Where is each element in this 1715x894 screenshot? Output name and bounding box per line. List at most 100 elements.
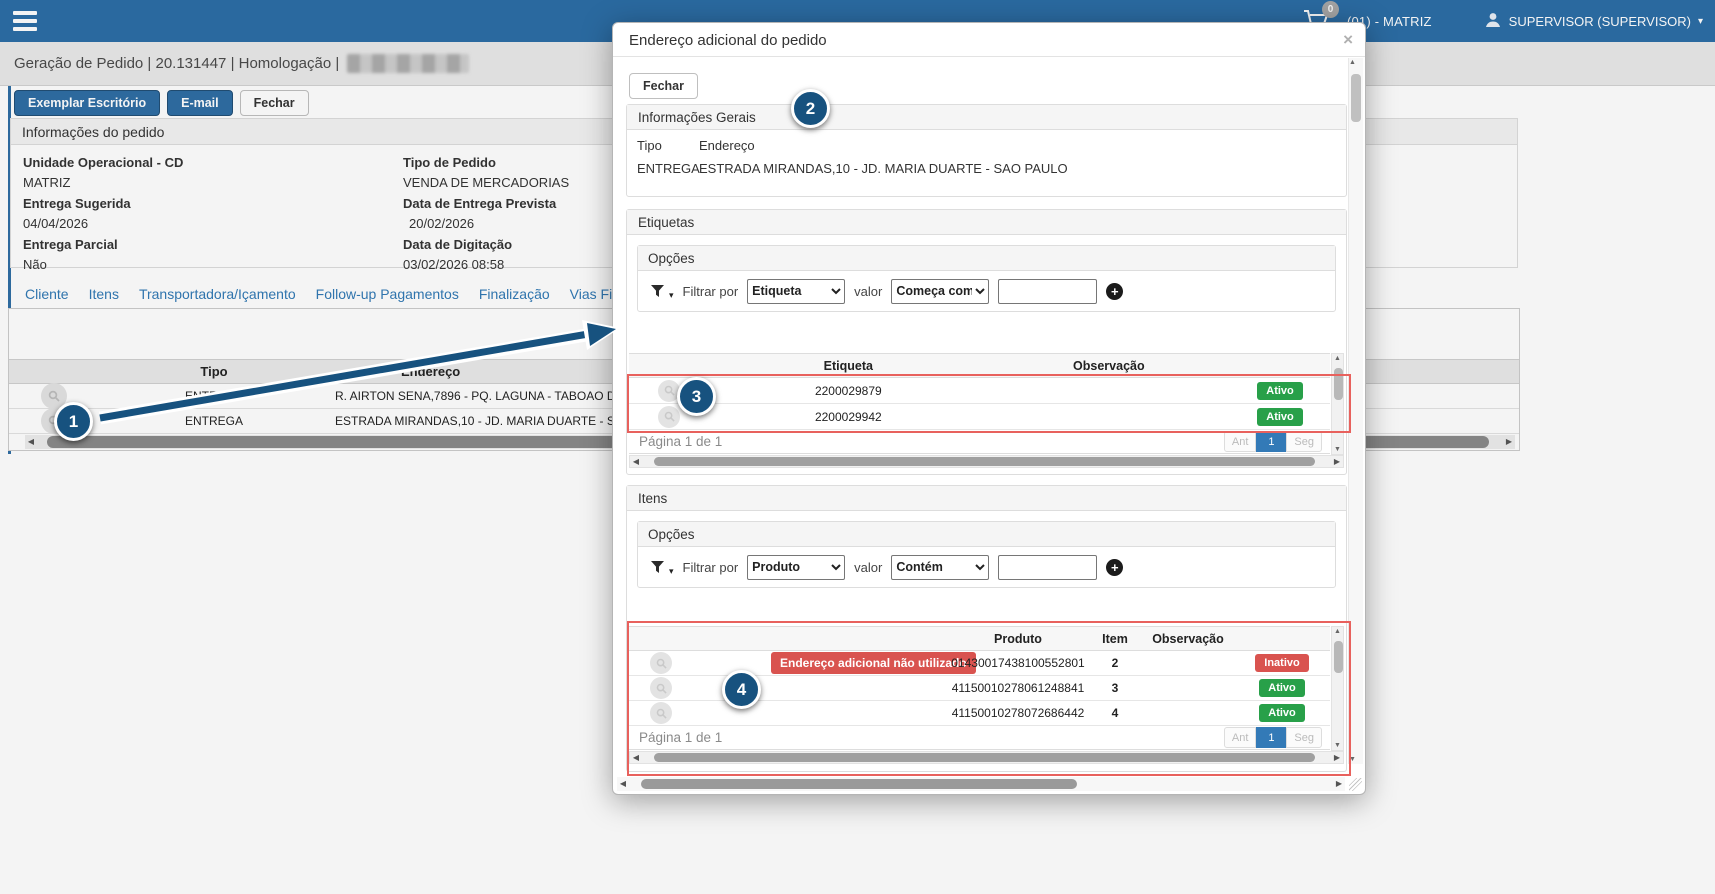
column-header-etiqueta: Etiqueta xyxy=(709,359,988,373)
filter-icon[interactable] xyxy=(650,560,666,575)
search-icon[interactable] xyxy=(650,702,672,724)
scrollbar-thumb[interactable] xyxy=(1334,368,1343,400)
filtrar-por-label: Filtrar por xyxy=(683,560,739,575)
prev-page-button[interactable]: Ant xyxy=(1224,727,1257,748)
etiquetas-panel: Etiquetas Opções ▾ Filtrar por Etiqueta … xyxy=(626,209,1347,475)
next-page-button[interactable]: Seg xyxy=(1286,431,1322,452)
itens-options-panel: Opções ▾ Filtrar por Produto valor Conté… xyxy=(637,521,1336,588)
cell-item: 4 xyxy=(1088,706,1142,720)
horizontal-scrollbar[interactable]: ◀ ▶ xyxy=(629,751,1344,764)
informacoes-gerais-content: Tipo Endereço ENTREGA ESTRADA MIRANDAS,1… xyxy=(627,130,1346,184)
annotation-callout-1: 1 xyxy=(54,402,93,441)
ig-endereco-value: ESTRADA MIRANDAS,10 - JD. MARIA DUARTE -… xyxy=(699,161,1336,176)
scroll-down-icon[interactable]: ▼ xyxy=(1349,756,1363,763)
itens-pagination: Página 1 de 1 Ant 1 Seg xyxy=(629,726,1330,750)
prev-page-button[interactable]: Ant xyxy=(1224,431,1257,452)
etiquetas-title: Etiquetas xyxy=(627,210,1346,235)
status-badge: Ativo xyxy=(1259,679,1305,697)
cell-produto: 41150010278061248841 xyxy=(948,681,1088,695)
scroll-left-icon[interactable]: ◀ xyxy=(630,751,642,765)
column-header-observacao: Observação xyxy=(1142,632,1234,646)
scroll-down-icon[interactable]: ▼ xyxy=(1332,446,1343,453)
etiquetas-field-select[interactable]: Etiqueta xyxy=(747,279,845,304)
scroll-up-icon[interactable]: ▲ xyxy=(1349,59,1363,66)
scroll-up-icon[interactable]: ▲ xyxy=(1332,355,1343,362)
etiquetas-options-panel: Opções ▾ Filtrar por Etiqueta valor Come… xyxy=(637,245,1336,312)
search-icon[interactable] xyxy=(650,652,672,674)
page-1-button[interactable]: 1 xyxy=(1256,727,1286,748)
filter-icon[interactable] xyxy=(650,284,666,299)
ig-tipo-value: ENTREGA xyxy=(637,161,699,176)
scrollbar-thumb[interactable] xyxy=(1351,74,1361,122)
search-icon[interactable] xyxy=(658,406,680,428)
etiquetas-grid: Etiqueta Observação 2200029879 Ativo 220… xyxy=(629,353,1344,468)
valor-label: valor xyxy=(854,560,882,575)
next-page-button[interactable]: Seg xyxy=(1286,727,1322,748)
add-filter-icon[interactable]: + xyxy=(1106,283,1123,300)
scroll-right-icon[interactable]: ▶ xyxy=(1333,777,1345,791)
informacoes-gerais-panel: Informações Gerais Tipo Endereço ENTREGA… xyxy=(626,104,1347,197)
close-icon[interactable]: × xyxy=(1343,30,1353,50)
scrollbar-thumb[interactable] xyxy=(654,753,1315,762)
annotation-callout-2: 2 xyxy=(791,89,830,128)
vertical-scrollbar[interactable]: ▲ ▼ xyxy=(1331,353,1344,455)
scroll-right-icon[interactable]: ▶ xyxy=(1331,455,1343,469)
itens-title: Itens xyxy=(627,486,1346,511)
etiquetas-filter-row: ▾ Filtrar por Etiqueta valor Começa com … xyxy=(638,271,1335,311)
modal-vertical-scrollbar[interactable]: ▲ ▼ xyxy=(1348,58,1363,764)
cell-etiqueta: 2200029942 xyxy=(709,410,988,424)
annotation-callout-4: 4 xyxy=(722,670,761,709)
endereco-nao-utilizado-badge: Endereço adicional não utilizado xyxy=(771,652,976,674)
itens-panel: Itens Opções ▾ Filtrar por Produto valor… xyxy=(626,485,1347,772)
page-1-button[interactable]: 1 xyxy=(1256,431,1286,452)
column-header-observacao: Observação xyxy=(988,359,1230,373)
status-badge: Ativo xyxy=(1257,408,1303,426)
scrollbar-thumb[interactable] xyxy=(654,457,1315,466)
column-header-item: Item xyxy=(1088,632,1142,646)
resize-handle-icon[interactable] xyxy=(1349,778,1362,791)
filtrar-por-label: Filtrar por xyxy=(683,284,739,299)
cell-item: 3 xyxy=(1088,681,1142,695)
etiquetas-filter-input[interactable] xyxy=(998,279,1097,304)
options-label: Opções xyxy=(638,522,1335,547)
filter-caret-icon: ▾ xyxy=(669,566,674,577)
scroll-left-icon[interactable]: ◀ xyxy=(630,455,642,469)
add-filter-icon[interactable]: + xyxy=(1106,559,1123,576)
annotation-callout-3: 3 xyxy=(677,377,716,416)
scroll-right-icon[interactable]: ▶ xyxy=(1331,751,1343,765)
itens-filter-row: ▾ Filtrar por Produto valor Contém + xyxy=(638,547,1335,587)
scrollbar-thumb[interactable] xyxy=(641,779,1077,789)
horizontal-scrollbar[interactable]: ◀ ▶ xyxy=(629,455,1344,468)
scroll-left-icon[interactable]: ◀ xyxy=(617,777,629,791)
itens-grid-header: Produto Item Observação xyxy=(629,626,1330,651)
modal-title: Endereço adicional do pedido xyxy=(613,23,1365,57)
table-row[interactable]: 2200029879 Ativo xyxy=(629,378,1330,404)
modal-horizontal-scrollbar[interactable]: ◀ ▶ xyxy=(617,777,1345,791)
options-label: Opções xyxy=(638,246,1335,271)
itens-operator-select[interactable]: Contém xyxy=(891,555,989,580)
etiquetas-grid-header: Etiqueta Observação xyxy=(629,353,1330,378)
ig-tipo-label: Tipo xyxy=(637,138,699,153)
cell-produto: 41150010278072686442 xyxy=(948,706,1088,720)
application-window: 0 (01) - MATRIZ SUPERVISOR (SUPERVISOR) … xyxy=(0,0,1715,894)
table-row[interactable]: 2200029942 Ativo xyxy=(629,404,1330,430)
valor-label: valor xyxy=(854,284,882,299)
cell-item: 2 xyxy=(1088,656,1142,670)
itens-field-select[interactable]: Produto xyxy=(747,555,845,580)
etiquetas-pagination: Página 1 de 1 Ant 1 Seg xyxy=(629,430,1330,454)
column-header-produto: Produto xyxy=(948,632,1088,646)
vertical-scrollbar[interactable]: ▲ ▼ xyxy=(1331,626,1344,751)
scroll-up-icon[interactable]: ▲ xyxy=(1332,628,1343,635)
status-badge: Ativo xyxy=(1259,704,1305,722)
scrollbar-thumb[interactable] xyxy=(1334,641,1343,673)
itens-filter-input[interactable] xyxy=(998,555,1097,580)
modal-fechar-button[interactable]: Fechar xyxy=(629,73,698,99)
etiquetas-operator-select[interactable]: Começa com xyxy=(891,279,989,304)
search-icon[interactable] xyxy=(650,677,672,699)
cell-etiqueta: 2200029879 xyxy=(709,384,988,398)
page-indicator: Página 1 de 1 xyxy=(639,434,722,449)
page-indicator: Página 1 de 1 xyxy=(639,730,722,745)
scroll-down-icon[interactable]: ▼ xyxy=(1332,742,1343,749)
informacoes-gerais-title: Informações Gerais xyxy=(627,105,1346,130)
status-badge: Ativo xyxy=(1257,382,1303,400)
